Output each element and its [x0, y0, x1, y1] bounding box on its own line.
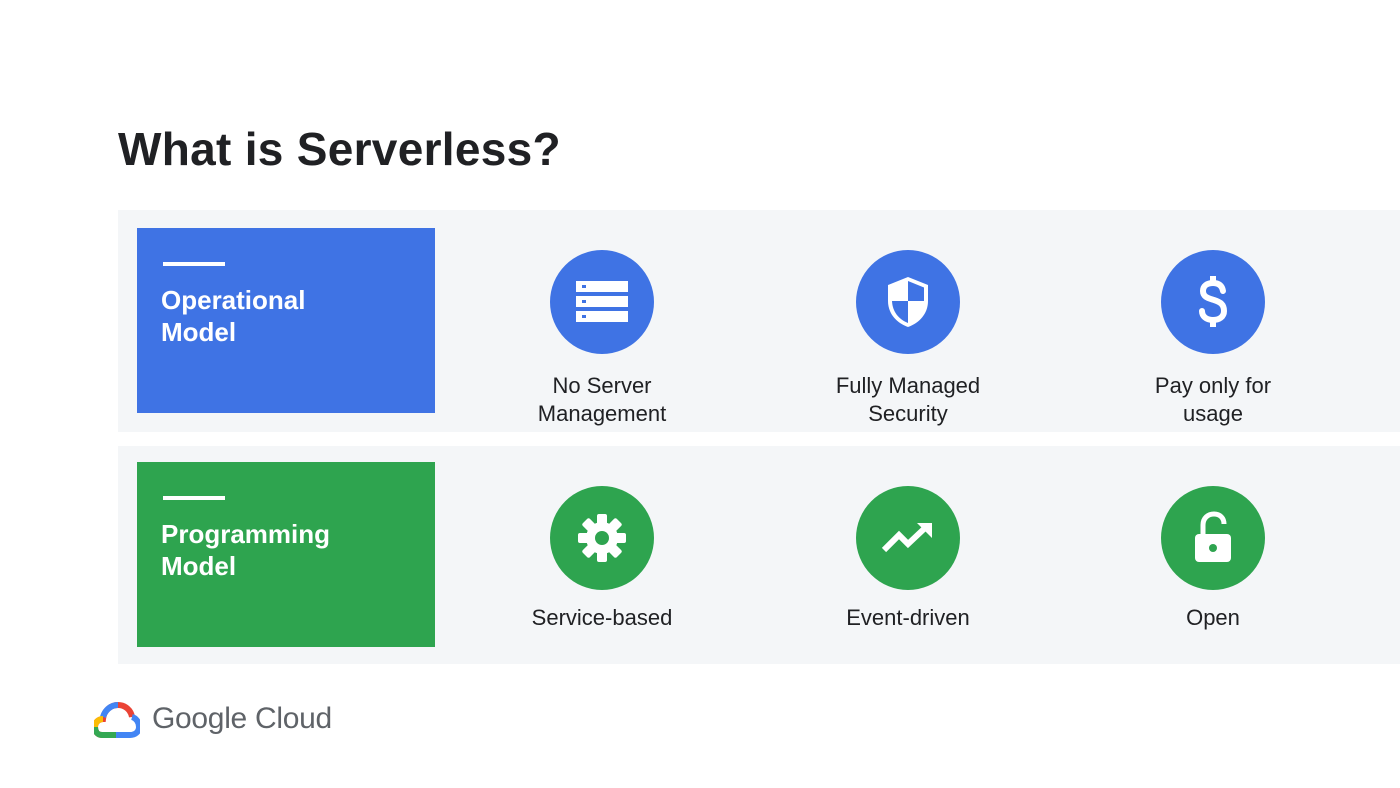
feature-caption: Pay only for usage	[1154, 373, 1272, 426]
feature-icon-circle	[1161, 250, 1265, 354]
google-cloud-logo: Google Cloud	[94, 696, 332, 742]
slide-title: What is Serverless?	[118, 123, 561, 175]
feature-event-driven: Event-driven	[788, 486, 1028, 632]
feature-icon-circle	[550, 486, 654, 590]
feature-pay-only-for-usage: Pay only for usage	[1093, 250, 1333, 428]
slide: What is Serverless? Operational Model Pr…	[0, 0, 1400, 788]
feature-icon-circle	[1161, 486, 1265, 590]
feature-service-based: Service-based	[482, 486, 722, 632]
programming-model-label-box: Programming Model	[137, 462, 435, 647]
label-accent-bar	[163, 262, 225, 266]
google-cloud-logo-icon	[94, 701, 140, 738]
label-accent-bar	[163, 496, 225, 500]
server-stack-icon	[576, 281, 628, 322]
programming-model-label: Programming Model	[161, 519, 331, 581]
gear-icon	[578, 514, 626, 562]
feature-icon-circle	[856, 486, 960, 590]
dollar-icon	[1199, 276, 1228, 327]
shield-icon	[888, 277, 928, 327]
feature-fully-managed-security: Fully Managed Security	[788, 250, 1028, 428]
operational-model-label: Operational Model	[161, 285, 306, 347]
feature-caption: No Server Management	[537, 373, 667, 426]
feature-caption: Service-based	[531, 605, 673, 630]
feature-no-server-management: No Server Management	[482, 250, 722, 428]
feature-open: Open	[1093, 486, 1333, 632]
feature-icon-circle	[550, 250, 654, 354]
operational-model-label-box: Operational Model	[137, 228, 435, 413]
unlocked-padlock-icon	[1195, 511, 1231, 562]
feature-caption: Open	[1186, 605, 1240, 630]
feature-caption: Fully Managed Security	[835, 373, 981, 426]
google-cloud-wordmark: Google Cloud	[152, 702, 332, 735]
trending-up-icon	[881, 523, 932, 553]
feature-caption: Event-driven	[846, 605, 970, 630]
feature-icon-circle	[856, 250, 960, 354]
